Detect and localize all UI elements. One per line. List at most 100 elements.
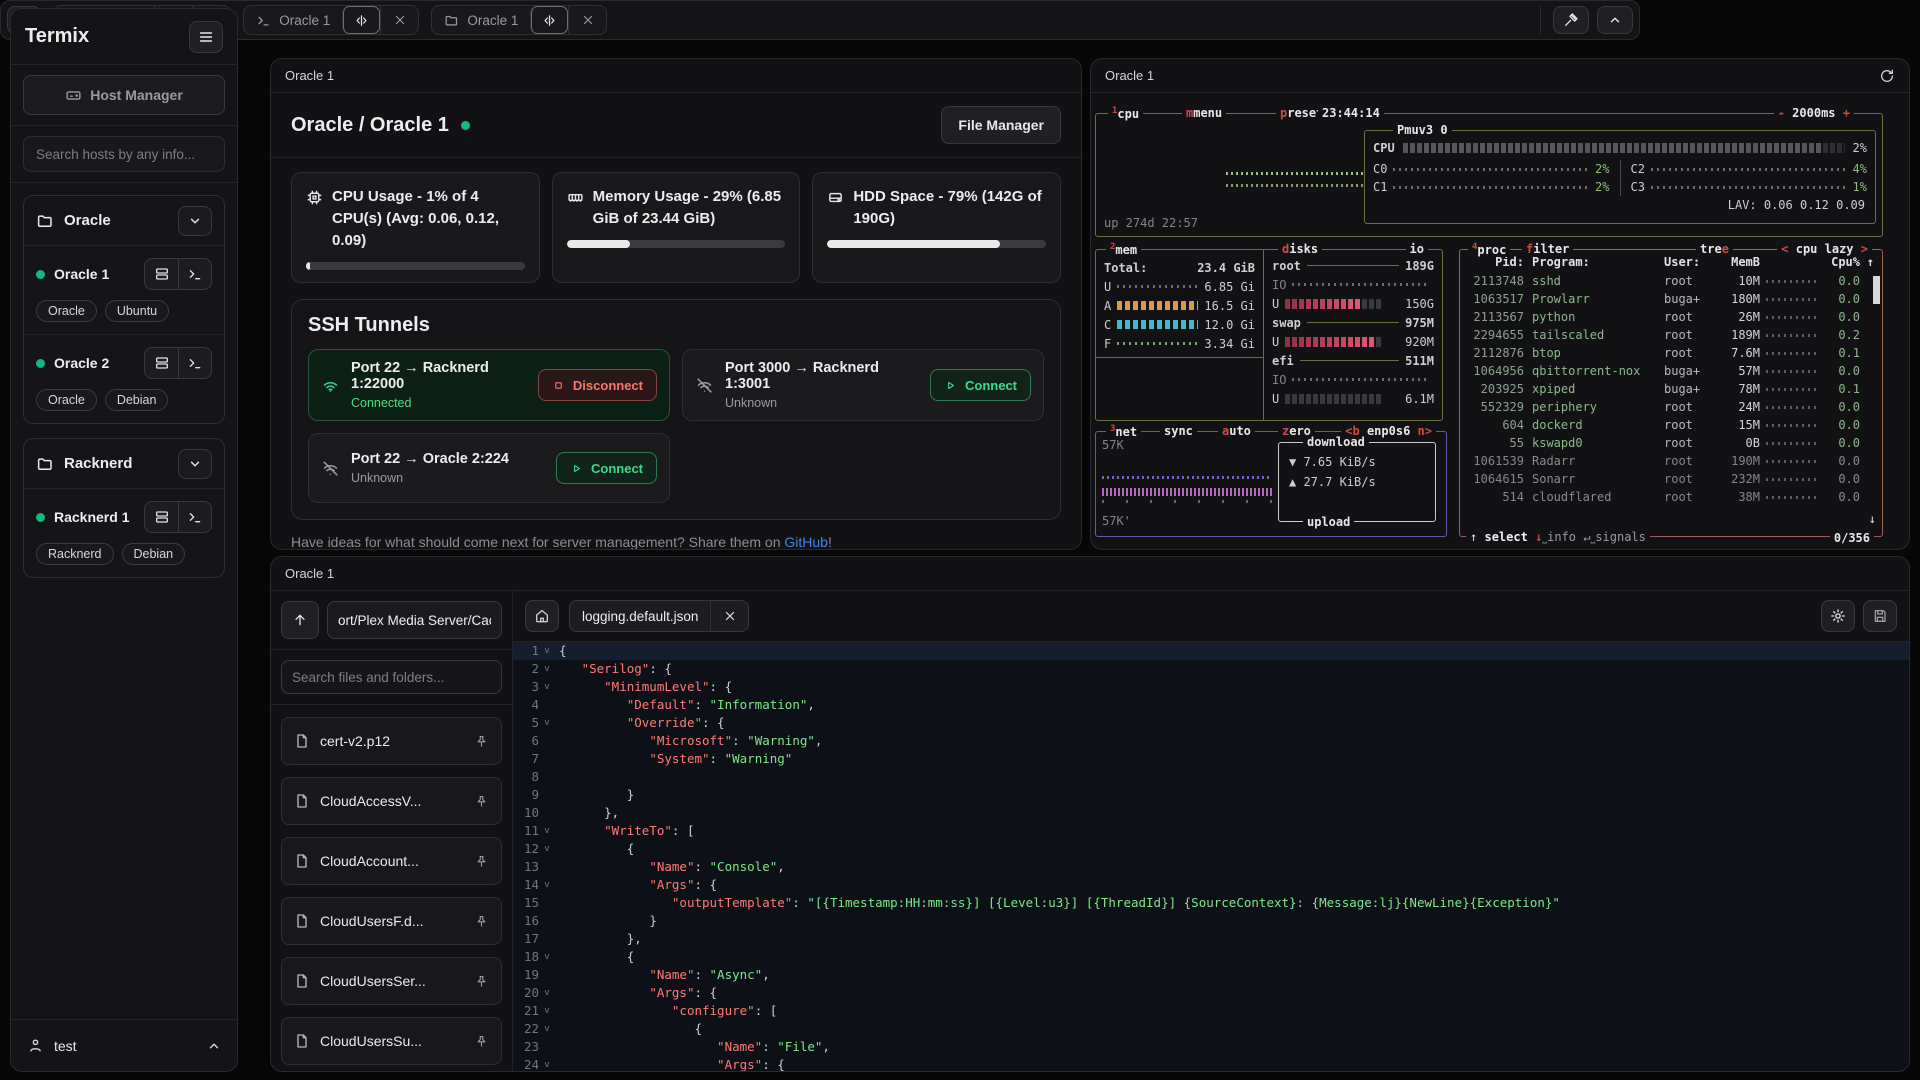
host-terminal-button[interactable]	[178, 259, 211, 289]
editor-line[interactable]: 16 }	[513, 912, 1909, 930]
file-item[interactable]: cert-v2.p12	[281, 717, 502, 765]
editor-line[interactable]: 20v "Args": {	[513, 984, 1909, 1002]
file-item[interactable]: CloudUsersF.d...	[281, 897, 502, 945]
file-item[interactable]: CloudAccessV...	[281, 777, 502, 825]
sidebar-menu-button[interactable]	[189, 21, 223, 53]
proc-row[interactable]: 2112876btoproot7.6M0.1	[1466, 344, 1876, 362]
collapse-tabbar-button[interactable]	[1597, 6, 1633, 34]
tunnel-disconnect-button[interactable]: Disconnect	[538, 369, 657, 401]
editor-line[interactable]: 4 "Default": "Information",	[513, 696, 1909, 714]
host-stats-button[interactable]	[145, 259, 178, 289]
editor-line[interactable]: 9 }	[513, 786, 1909, 804]
net-download-graph	[1102, 476, 1272, 479]
editor-line[interactable]: 15 "outputTemplate": "[{Timestamp:HH:mm:…	[513, 894, 1909, 912]
editor-line[interactable]: 24v "Args": {	[513, 1056, 1909, 1071]
editor-line[interactable]: 22v {	[513, 1020, 1909, 1038]
file-item[interactable]: CloudUsersSu...	[281, 1017, 502, 1065]
editor-settings-button[interactable]	[1821, 600, 1855, 632]
editor-line[interactable]: 17 },	[513, 930, 1909, 948]
host-row[interactable]: Racknerd 1 Racknerd Debian	[24, 489, 224, 577]
file-search-input[interactable]	[281, 660, 502, 694]
tab-label-segment[interactable]: Oracle 1	[244, 6, 342, 34]
tab-split-button[interactable]	[530, 6, 568, 34]
host-row[interactable]: Oracle 1 Oracle Ubuntu	[24, 246, 224, 335]
editor-line[interactable]: 23 "Name": "File",	[513, 1038, 1909, 1056]
host-manager-button[interactable]: Host Manager	[23, 75, 225, 115]
editor-line[interactable]: 5v "Override": {	[513, 714, 1909, 732]
editor-line[interactable]: 10 },	[513, 804, 1909, 822]
proc-row[interactable]: 552329peripheryroot24M0.0	[1466, 398, 1876, 416]
tools-button[interactable]	[1553, 6, 1589, 34]
folder-collapse-button[interactable]	[178, 206, 212, 236]
host-tag: Racknerd	[36, 543, 114, 565]
editor-line[interactable]: 11v "WriteTo": [	[513, 822, 1909, 840]
tab-split-button[interactable]	[342, 6, 380, 34]
file-item[interactable]: CloudAccount...	[281, 837, 502, 885]
github-link[interactable]: GitHub	[784, 534, 828, 550]
folder-collapse-button[interactable]	[178, 449, 212, 479]
proc-row[interactable]: 203925xpipedbuga+78M0.1	[1466, 380, 1876, 398]
terminal-screen[interactable]: 1cpu mmenu preset * 23:44:14 - 2000ms + …	[1091, 93, 1909, 549]
path-input[interactable]	[327, 601, 502, 639]
tunnel-connect-button[interactable]: Connect	[556, 452, 657, 484]
pin-icon[interactable]	[474, 854, 489, 869]
btop-net-box: 3net sync auto zero <b enp0s6 n> 57K 57K…	[1095, 431, 1447, 537]
tab-label-segment[interactable]: Oracle 1	[432, 6, 530, 34]
proc-row[interactable]: 2113748sshdroot10M0.0	[1466, 272, 1876, 290]
server-stats-panel: Oracle 1 Oracle / Oracle 1 File Manager …	[270, 58, 1082, 550]
host-row[interactable]: Oracle 2 Oracle Debian	[24, 335, 224, 423]
tab-close-button[interactable]	[380, 6, 418, 34]
pin-icon[interactable]	[474, 794, 489, 809]
editor-line[interactable]: 21v "configure": [	[513, 1002, 1909, 1020]
file-manager-button[interactable]: File Manager	[941, 106, 1061, 144]
refresh-icon[interactable]	[1879, 68, 1895, 84]
wifi-off-icon	[321, 459, 340, 478]
folder-header[interactable]: Racknerd	[24, 439, 224, 489]
host-terminal-button[interactable]	[178, 348, 211, 378]
pin-icon[interactable]	[474, 974, 489, 989]
proc-row[interactable]: 514cloudflaredroot38M0.0	[1466, 488, 1876, 506]
editor-line[interactable]: 19 "Name": "Async",	[513, 966, 1909, 984]
editor-line[interactable]: 14v "Args": {	[513, 876, 1909, 894]
memory-progress-bar	[567, 240, 786, 248]
pin-icon[interactable]	[474, 734, 489, 749]
editor-line[interactable]: 6 "Microsoft": "Warning",	[513, 732, 1909, 750]
editor-tab-label[interactable]: logging.default.json	[570, 601, 710, 631]
host-stats-button[interactable]	[145, 502, 178, 532]
tab-close-button[interactable]	[568, 6, 606, 34]
editor-line[interactable]: 1v{	[513, 642, 1909, 660]
editor-line[interactable]: 7 "System": "Warning"	[513, 750, 1909, 768]
editor-line[interactable]: 13 "Name": "Console",	[513, 858, 1909, 876]
proc-row[interactable]: 55kswapd0root0B0.0	[1466, 434, 1876, 452]
editor-line[interactable]: 2v "Serilog": {	[513, 660, 1909, 678]
folder-header[interactable]: Oracle	[24, 196, 224, 246]
file-item[interactable]: CloudUsersSer...	[281, 957, 502, 1005]
proc-rows[interactable]: 2113748sshdroot10M0.01063517Prowlarrbuga…	[1460, 270, 1882, 506]
pin-icon[interactable]	[474, 1034, 489, 1049]
code-editor[interactable]: 1v{2v "Serilog": {3v "MinimumLevel": {4 …	[513, 642, 1909, 1071]
editor-line[interactable]: 12v {	[513, 840, 1909, 858]
proc-row[interactable]: 2294655tailscaledroot189M0.2	[1466, 326, 1876, 344]
proc-scrollbar[interactable]	[1873, 276, 1880, 304]
user-menu[interactable]: test	[11, 1019, 237, 1071]
editor-line[interactable]: 3v "MinimumLevel": {	[513, 678, 1909, 696]
tunnel-connect-button[interactable]: Connect	[930, 369, 1031, 401]
pin-icon[interactable]	[474, 914, 489, 929]
proc-row[interactable]: 1063517Prowlarrbuga+180M0.0	[1466, 290, 1876, 308]
editor-line[interactable]: 18v {	[513, 948, 1909, 966]
host-stats-button[interactable]	[145, 348, 178, 378]
parent-directory-button[interactable]	[281, 601, 319, 639]
host-terminal-button[interactable]	[178, 502, 211, 532]
cpu-graph	[1226, 184, 1366, 187]
editor-tab-close-button[interactable]	[710, 601, 748, 631]
editor-home-button[interactable]	[525, 600, 559, 632]
editor-line[interactable]: 8	[513, 768, 1909, 786]
host-search-input[interactable]	[23, 136, 225, 172]
proc-row[interactable]: 1061539Radarrroot190M0.0	[1466, 452, 1876, 470]
proc-row[interactable]: 2113567pythonroot26M0.0	[1466, 308, 1876, 326]
proc-row[interactable]: 604dockerdroot15M0.0	[1466, 416, 1876, 434]
proc-row[interactable]: 1064956qbittorrent-noxbuga+57M0.0	[1466, 362, 1876, 380]
proc-row[interactable]: 1064615Sonarrroot232M0.0	[1466, 470, 1876, 488]
host-tag: Oracle	[36, 300, 97, 322]
editor-save-button[interactable]	[1863, 600, 1897, 632]
